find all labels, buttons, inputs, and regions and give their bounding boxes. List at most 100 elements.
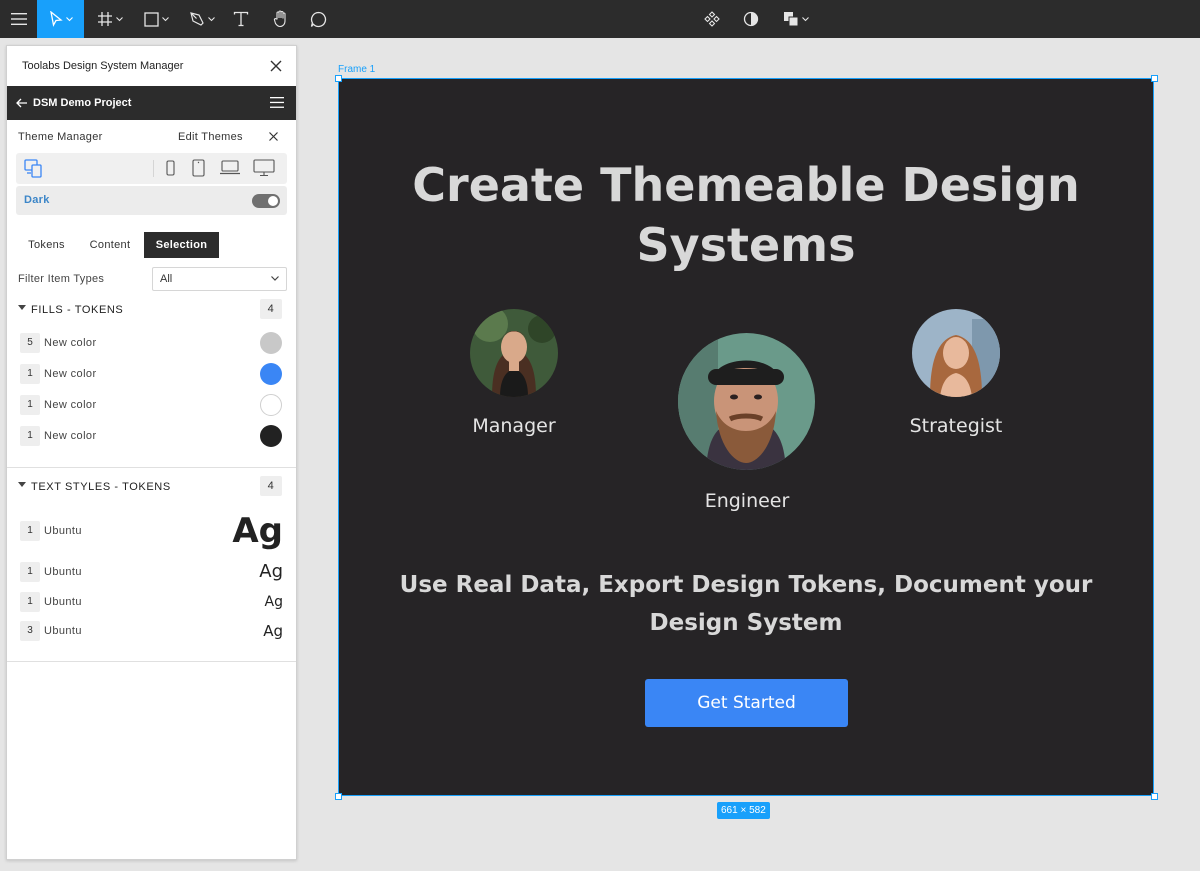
theme-row: Dark — [16, 186, 287, 215]
theme-toggle[interactable] — [252, 194, 280, 208]
resize-handle[interactable] — [335, 793, 342, 800]
hand-tool-icon[interactable] — [266, 0, 296, 38]
color-swatch[interactable] — [260, 425, 282, 447]
close-icon[interactable] — [268, 58, 284, 74]
chevron-down-icon — [271, 276, 279, 281]
font-name: Ubuntu — [44, 596, 82, 608]
text-styles-section-header[interactable]: TEXT STYLES - TOKENS 4 — [7, 475, 296, 499]
get-started-button[interactable]: Get Started — [645, 679, 848, 727]
filter-select[interactable]: All — [152, 267, 287, 291]
resize-handle[interactable] — [335, 75, 342, 82]
text-style-row[interactable]: 1 Ubuntu Ag — [7, 511, 296, 551]
fills-section-header[interactable]: FILLS - TOKENS 4 — [7, 298, 296, 322]
section-divider — [7, 661, 296, 662]
fill-token-row[interactable]: 1 New color — [7, 394, 296, 418]
toggle-knob — [268, 196, 278, 206]
tagline-line: Use Real Data, Export Design Tokens, Doc… — [399, 572, 1093, 598]
text-style-row[interactable]: 3 Ubuntu Ag — [7, 620, 296, 644]
frame-name-label[interactable]: Frame 1 — [338, 64, 375, 75]
laptop-device-icon[interactable] — [219, 160, 241, 175]
usage-count: 1 — [20, 364, 40, 384]
fill-token-name: New color — [44, 368, 97, 380]
usage-count: 5 — [20, 333, 40, 353]
font-name: Ubuntu — [44, 566, 82, 578]
role-label: Strategist — [909, 415, 1003, 437]
usage-count: 3 — [20, 621, 40, 641]
usage-count: 1 — [20, 562, 40, 582]
move-tool-button[interactable] — [37, 0, 84, 38]
comment-tool-icon[interactable] — [303, 0, 333, 38]
boolean-button[interactable] — [776, 0, 816, 38]
chevron-down-icon — [65, 16, 73, 21]
resize-handle[interactable] — [1151, 793, 1158, 800]
chevron-down-icon — [208, 16, 215, 21]
tab-tokens[interactable]: Tokens — [18, 232, 75, 258]
fills-section-title: FILLS - TOKENS — [31, 304, 124, 316]
text-styles-count: 4 — [260, 476, 282, 496]
filter-label: Filter Item Types — [18, 273, 105, 285]
hero-title-line: Create Themeable Design — [412, 158, 1080, 212]
fill-token-row[interactable]: 1 New color — [7, 363, 296, 387]
tagline: Use Real Data, Export Design Tokens, Doc… — [399, 566, 1093, 642]
usage-count: 1 — [20, 521, 40, 541]
theme-manager-row: Theme Manager Edit Themes — [7, 120, 296, 154]
type-sample: Ag — [259, 561, 283, 582]
desktop-device-icon[interactable] — [253, 159, 275, 177]
arrow-left-icon[interactable] — [16, 98, 28, 108]
move-tool-icon — [49, 11, 63, 27]
theme-manager-label: Theme Manager — [18, 131, 103, 143]
plugin-panel: Toolabs Design System Manager DSM Demo P… — [6, 45, 297, 860]
theme-name: Dark — [24, 194, 50, 206]
strategist-avatar — [912, 309, 1000, 397]
font-name: Ubuntu — [44, 625, 82, 637]
menu-icon[interactable] — [0, 0, 37, 38]
color-swatch[interactable] — [260, 363, 282, 385]
text-style-row[interactable]: 1 Ubuntu Ag — [7, 591, 296, 615]
device-selector — [16, 153, 287, 184]
role-label: Manager — [472, 415, 556, 437]
text-style-row[interactable]: 1 Ubuntu Ag — [7, 561, 296, 585]
tagline-line: Design System — [649, 610, 843, 636]
caret-down-icon — [18, 482, 26, 487]
fill-token-row[interactable]: 5 New color — [7, 332, 296, 356]
fill-token-name: New color — [44, 399, 97, 411]
usage-count: 1 — [20, 395, 40, 415]
type-sample: Ag — [264, 594, 283, 610]
edit-themes-link[interactable]: Edit Themes — [178, 131, 243, 143]
close-icon[interactable] — [268, 131, 279, 142]
menu-icon[interactable] — [270, 97, 284, 108]
fill-token-name: New color — [44, 430, 97, 442]
usage-count: 1 — [20, 426, 40, 446]
fill-token-name: New color — [44, 337, 97, 349]
chevron-down-icon — [802, 16, 809, 21]
mask-icon[interactable] — [737, 0, 765, 38]
font-name: Ubuntu — [44, 525, 82, 537]
pen-tool-icon — [190, 12, 204, 26]
plugin-title: Toolabs Design System Manager — [22, 60, 184, 72]
filter-value: All — [160, 273, 173, 285]
text-styles-section-title: TEXT STYLES - TOKENS — [31, 481, 171, 493]
color-swatch[interactable] — [260, 332, 282, 354]
usage-count: 1 — [20, 592, 40, 612]
tablet-device-icon[interactable] — [192, 159, 205, 177]
design-frame[interactable]: Create Themeable Design Systems Manager — [338, 78, 1154, 796]
responsive-devices-icon[interactable] — [24, 159, 44, 178]
frame-tool-button[interactable] — [92, 0, 128, 38]
resize-handle[interactable] — [1151, 75, 1158, 82]
type-sample: Ag — [232, 511, 283, 551]
fill-token-row[interactable]: 1 New color — [7, 425, 296, 449]
shape-tool-button[interactable] — [138, 0, 174, 38]
section-divider — [7, 467, 296, 468]
tab-selection[interactable]: Selection — [144, 232, 219, 258]
tab-content[interactable]: Content — [80, 232, 140, 258]
chevron-down-icon — [161, 16, 169, 21]
mobile-device-icon[interactable] — [166, 160, 175, 176]
text-tool-icon[interactable] — [226, 0, 256, 38]
color-swatch[interactable] — [260, 394, 282, 416]
pen-tool-button[interactable] — [184, 0, 220, 38]
frame-size-badge: 661 × 582 — [717, 802, 770, 819]
manager-avatar — [470, 309, 558, 397]
component-icon[interactable] — [698, 0, 726, 38]
frame-tool-icon — [98, 12, 112, 26]
chevron-down-icon — [116, 16, 123, 21]
